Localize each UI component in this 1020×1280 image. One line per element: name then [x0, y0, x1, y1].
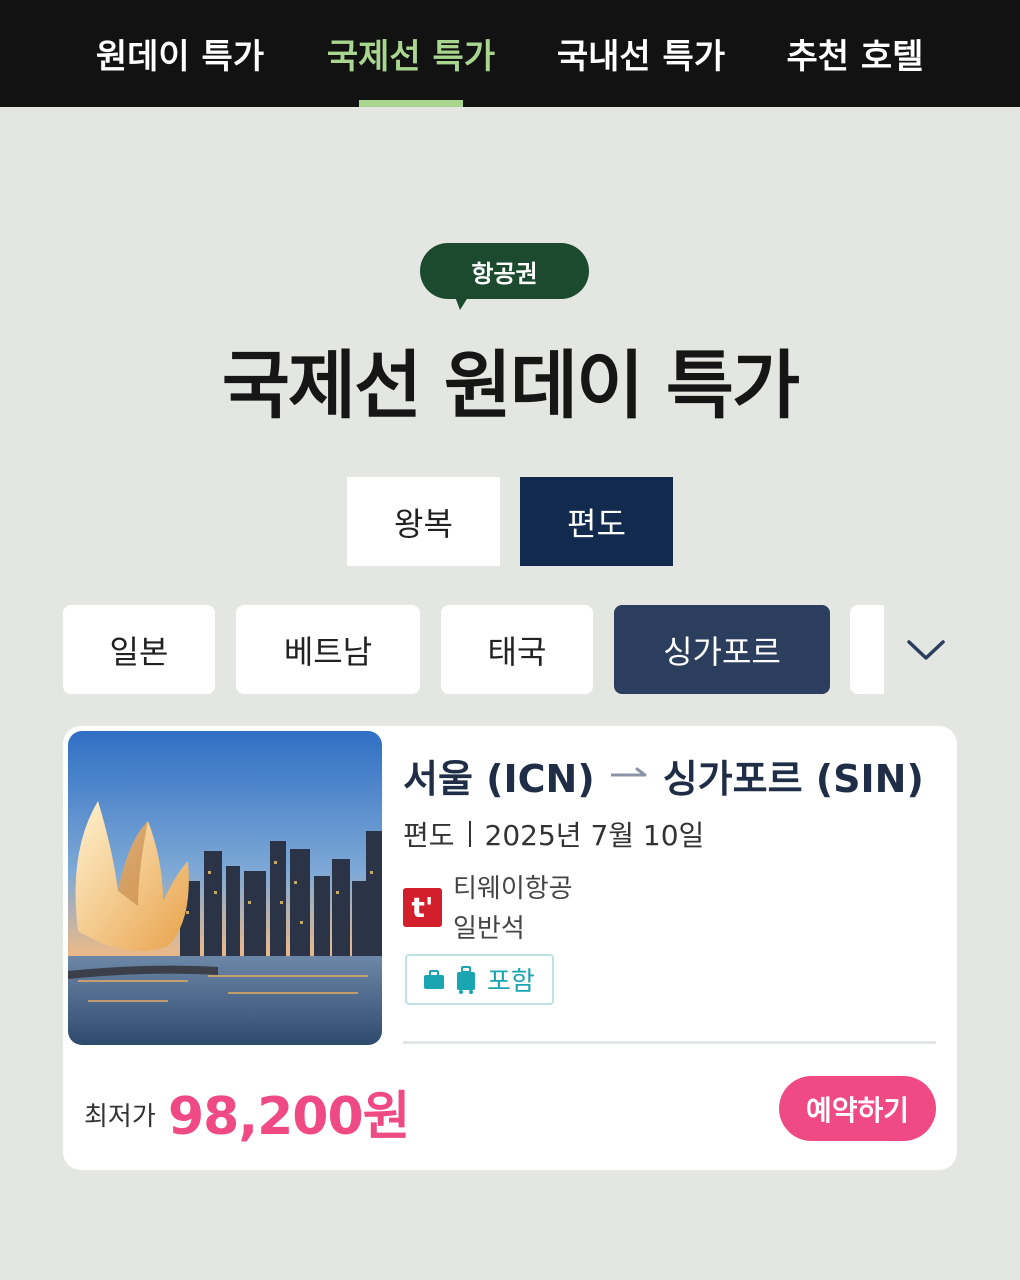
country-chip-thailand[interactable]: 태국 — [441, 605, 593, 694]
category-badge: 항공권 — [420, 243, 589, 299]
carry-on-bag-icon — [424, 969, 444, 989]
origin: 서울 (ICN) — [403, 756, 595, 801]
page-title: 국제선 원데이 특가 — [221, 343, 800, 429]
one-way-button[interactable]: 편도 — [520, 477, 673, 566]
baggage-badge: 포함 — [405, 954, 554, 1005]
trip-type-label: 편도 — [403, 819, 455, 852]
baggage-included-label: 포함 — [487, 967, 535, 997]
price: 98,200원 — [168, 1087, 411, 1147]
airline-name: 티웨이항공 — [453, 874, 573, 904]
destination: 싱가포르 (SIN) — [662, 756, 924, 801]
active-tab-indicator — [359, 100, 463, 107]
deal-card[interactable]: 서울 (ICN) 싱가포르 (SIN) 편도 2025년 7월 10일 t' 티… — [63, 726, 957, 1170]
destination-image — [68, 731, 382, 1045]
expand-countries-button[interactable] — [884, 605, 968, 694]
trip-info: 편도 2025년 7월 10일 — [403, 814, 704, 854]
chevron-down-icon — [907, 639, 945, 660]
tab-recommended-hotel[interactable]: 추천 호텔 — [786, 0, 924, 107]
round-trip-button[interactable]: 왕복 — [347, 477, 500, 566]
tab-domestic-deal[interactable]: 국내선 특가 — [556, 0, 726, 107]
badge-tail — [454, 294, 470, 310]
country-chip-singapore[interactable]: 싱가포르 — [614, 605, 830, 694]
airline-logo: t' — [403, 888, 442, 927]
card-divider — [403, 1041, 936, 1044]
tab-oneday-deal[interactable]: 원데이 특가 — [95, 0, 265, 107]
top-nav: 원데이 특가 국제선 특가 국내선 특가 추천 호텔 — [0, 0, 1020, 107]
lowest-price-label: 최저가 — [84, 1102, 156, 1132]
country-chip-japan[interactable]: 일본 — [63, 605, 215, 694]
seat-class: 일반석 — [453, 914, 525, 944]
departure-date: 2025년 7월 10일 — [484, 819, 705, 852]
tab-international-deal[interactable]: 국제선 특가 — [325, 0, 497, 107]
book-button[interactable]: 예약하기 — [779, 1076, 936, 1141]
country-chip-vietnam[interactable]: 베트남 — [236, 605, 420, 694]
separator — [468, 821, 471, 847]
arrow-right-icon — [609, 765, 649, 785]
route-title: 서울 (ICN) 싱가포르 (SIN) — [403, 750, 924, 801]
suitcase-icon — [457, 965, 475, 994]
